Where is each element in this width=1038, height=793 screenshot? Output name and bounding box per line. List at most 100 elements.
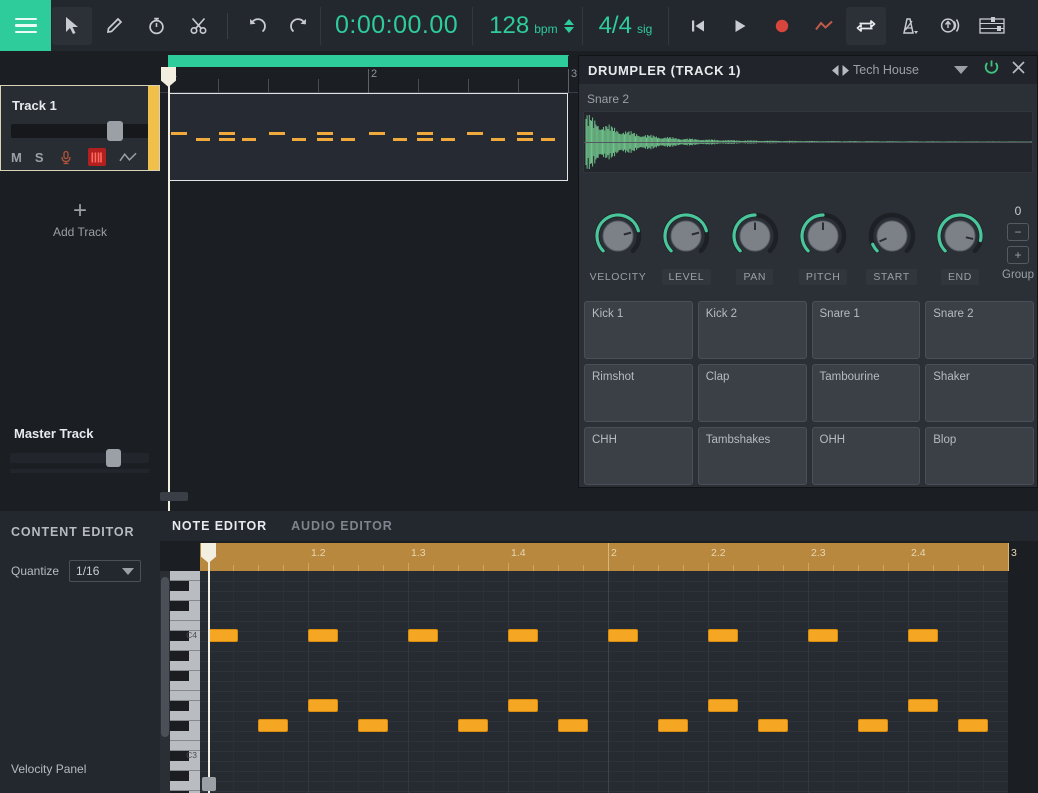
slider-handle[interactable] xyxy=(106,449,121,467)
drum-pad[interactable]: Clap xyxy=(697,364,807,422)
mixer-button[interactable] xyxy=(972,7,1012,45)
close-icon[interactable] xyxy=(1011,60,1026,80)
midi-note[interactable] xyxy=(208,629,238,642)
arrangement-view[interactable]: 123 xyxy=(160,51,578,511)
midi-note[interactable] xyxy=(508,699,538,712)
drum-pad[interactable]: Kick 1 xyxy=(584,301,693,359)
drum-pad[interactable]: Snare 2 xyxy=(925,301,1034,359)
drum-pad[interactable]: Rimshot xyxy=(584,364,693,422)
return-to-start-button[interactable] xyxy=(678,7,718,45)
piano-white-key[interactable] xyxy=(170,691,200,701)
metronome-button[interactable] xyxy=(888,7,928,45)
midi-note[interactable] xyxy=(258,719,288,732)
midi-note[interactable] xyxy=(708,629,738,642)
master-track-header[interactable]: Master Track xyxy=(0,421,160,491)
group-increment-button[interactable]: + xyxy=(1007,246,1029,264)
monitor-button[interactable] xyxy=(930,7,970,45)
slider-handle[interactable] xyxy=(107,121,123,141)
knob-end[interactable]: END xyxy=(929,211,991,285)
midi-note[interactable] xyxy=(808,629,838,642)
midi-note[interactable] xyxy=(508,629,538,642)
piano-white-key[interactable] xyxy=(170,641,200,651)
piano-black-key[interactable] xyxy=(170,581,189,591)
scrollbar-thumb[interactable] xyxy=(161,577,169,737)
midi-clip[interactable] xyxy=(168,93,568,181)
midi-note[interactable] xyxy=(558,719,588,732)
plugin-titlebar[interactable]: DRUMPLER (TRACK 1) Tech House xyxy=(579,56,1037,84)
automation-curve-icon[interactable] xyxy=(118,148,137,166)
tempo-stepper-icon[interactable] xyxy=(563,18,574,33)
pencil-tool[interactable] xyxy=(94,7,134,45)
midi-note[interactable] xyxy=(408,629,438,642)
piano-black-key[interactable] xyxy=(170,671,189,681)
automation-button[interactable] xyxy=(804,7,844,45)
group-decrement-button[interactable]: − xyxy=(1007,223,1029,241)
arrangement-playhead[interactable] xyxy=(161,67,176,511)
midi-note[interactable] xyxy=(358,719,388,732)
loop-region-bar[interactable] xyxy=(168,55,569,67)
drum-pad[interactable]: Shaker xyxy=(925,364,1034,422)
power-icon[interactable] xyxy=(983,59,1000,81)
midi-note[interactable] xyxy=(658,719,688,732)
piano-white-key[interactable] xyxy=(170,591,200,601)
piano-black-key[interactable] xyxy=(170,721,189,731)
solo-button[interactable]: S xyxy=(35,150,44,165)
drum-pad[interactable]: Tambshakes xyxy=(697,427,807,485)
piano-roll-vertical-scrollbar[interactable] xyxy=(160,571,170,793)
knob-start[interactable]: START xyxy=(861,211,923,285)
midi-note[interactable] xyxy=(608,629,638,642)
midi-note[interactable] xyxy=(308,699,338,712)
midi-note[interactable] xyxy=(758,719,788,732)
instrument-icon[interactable] xyxy=(87,148,106,166)
piano-roll-grid[interactable] xyxy=(200,571,1008,793)
piano-roll-playhead[interactable] xyxy=(201,543,216,793)
mute-button[interactable]: M xyxy=(11,150,22,165)
piano-white-key[interactable] xyxy=(170,681,200,691)
group-stepper[interactable]: 0 − + Group xyxy=(997,204,1038,281)
piano-white-key[interactable] xyxy=(170,571,200,581)
loop-button[interactable] xyxy=(846,6,887,45)
piano-black-key[interactable] xyxy=(170,771,189,781)
piano-white-key[interactable] xyxy=(170,611,200,621)
record-button[interactable] xyxy=(762,7,802,45)
tempo-control[interactable]: 128 bpm xyxy=(473,12,581,40)
play-button[interactable] xyxy=(720,7,760,45)
drumpler-plugin-window[interactable]: DRUMPLER (TRACK 1) Tech House Snare 2 VE… xyxy=(578,55,1038,488)
hamburger-menu-icon[interactable] xyxy=(0,0,51,51)
drum-pad[interactable]: Kick 2 xyxy=(697,301,807,359)
piano-white-key[interactable] xyxy=(170,731,200,741)
pointer-tool[interactable] xyxy=(52,6,92,45)
chevron-down-icon[interactable] xyxy=(954,66,968,74)
timing-tool[interactable] xyxy=(136,7,176,45)
midi-note[interactable] xyxy=(958,719,988,732)
drum-pad[interactable]: CHH xyxy=(584,427,693,485)
knob-pan[interactable]: PAN xyxy=(724,211,786,285)
tab-note-editor[interactable]: NOTE EDITOR xyxy=(160,519,279,533)
editor-resize-handle[interactable] xyxy=(160,492,188,501)
tab-audio-editor[interactable]: AUDIO EDITOR xyxy=(279,519,405,533)
piano-white-key[interactable] xyxy=(170,761,200,771)
piano-white-key[interactable] xyxy=(170,781,200,791)
piano-white-key[interactable] xyxy=(170,661,200,671)
midi-note[interactable] xyxy=(708,699,738,712)
split-tool[interactable] xyxy=(178,7,218,45)
drum-pad[interactable]: OHH xyxy=(811,427,921,485)
drum-pad[interactable]: Snare 1 xyxy=(811,301,921,359)
track-volume-slider[interactable] xyxy=(11,121,150,141)
waveform-display[interactable] xyxy=(583,111,1033,173)
knob-level[interactable]: LEVEL xyxy=(655,211,717,285)
knob-pitch[interactable]: PITCH xyxy=(792,211,854,285)
master-volume-slider[interactable] xyxy=(10,449,149,467)
quantize-select[interactable]: 1/16 xyxy=(69,560,142,582)
midi-note[interactable] xyxy=(308,629,338,642)
piano-keyboard[interactable]: C4 C3 xyxy=(170,571,200,793)
midi-note[interactable] xyxy=(458,719,488,732)
redo-button[interactable] xyxy=(279,7,319,45)
add-track-button[interactable]: + Add Track xyxy=(0,189,160,253)
preset-name[interactable]: Tech House xyxy=(853,63,919,77)
track-header-1[interactable]: Track 1 M S xyxy=(0,85,160,171)
drum-pad[interactable]: Blop xyxy=(925,427,1034,485)
piano-black-key[interactable] xyxy=(170,651,189,661)
midi-note[interactable] xyxy=(858,719,888,732)
preset-nav[interactable] xyxy=(831,64,850,77)
